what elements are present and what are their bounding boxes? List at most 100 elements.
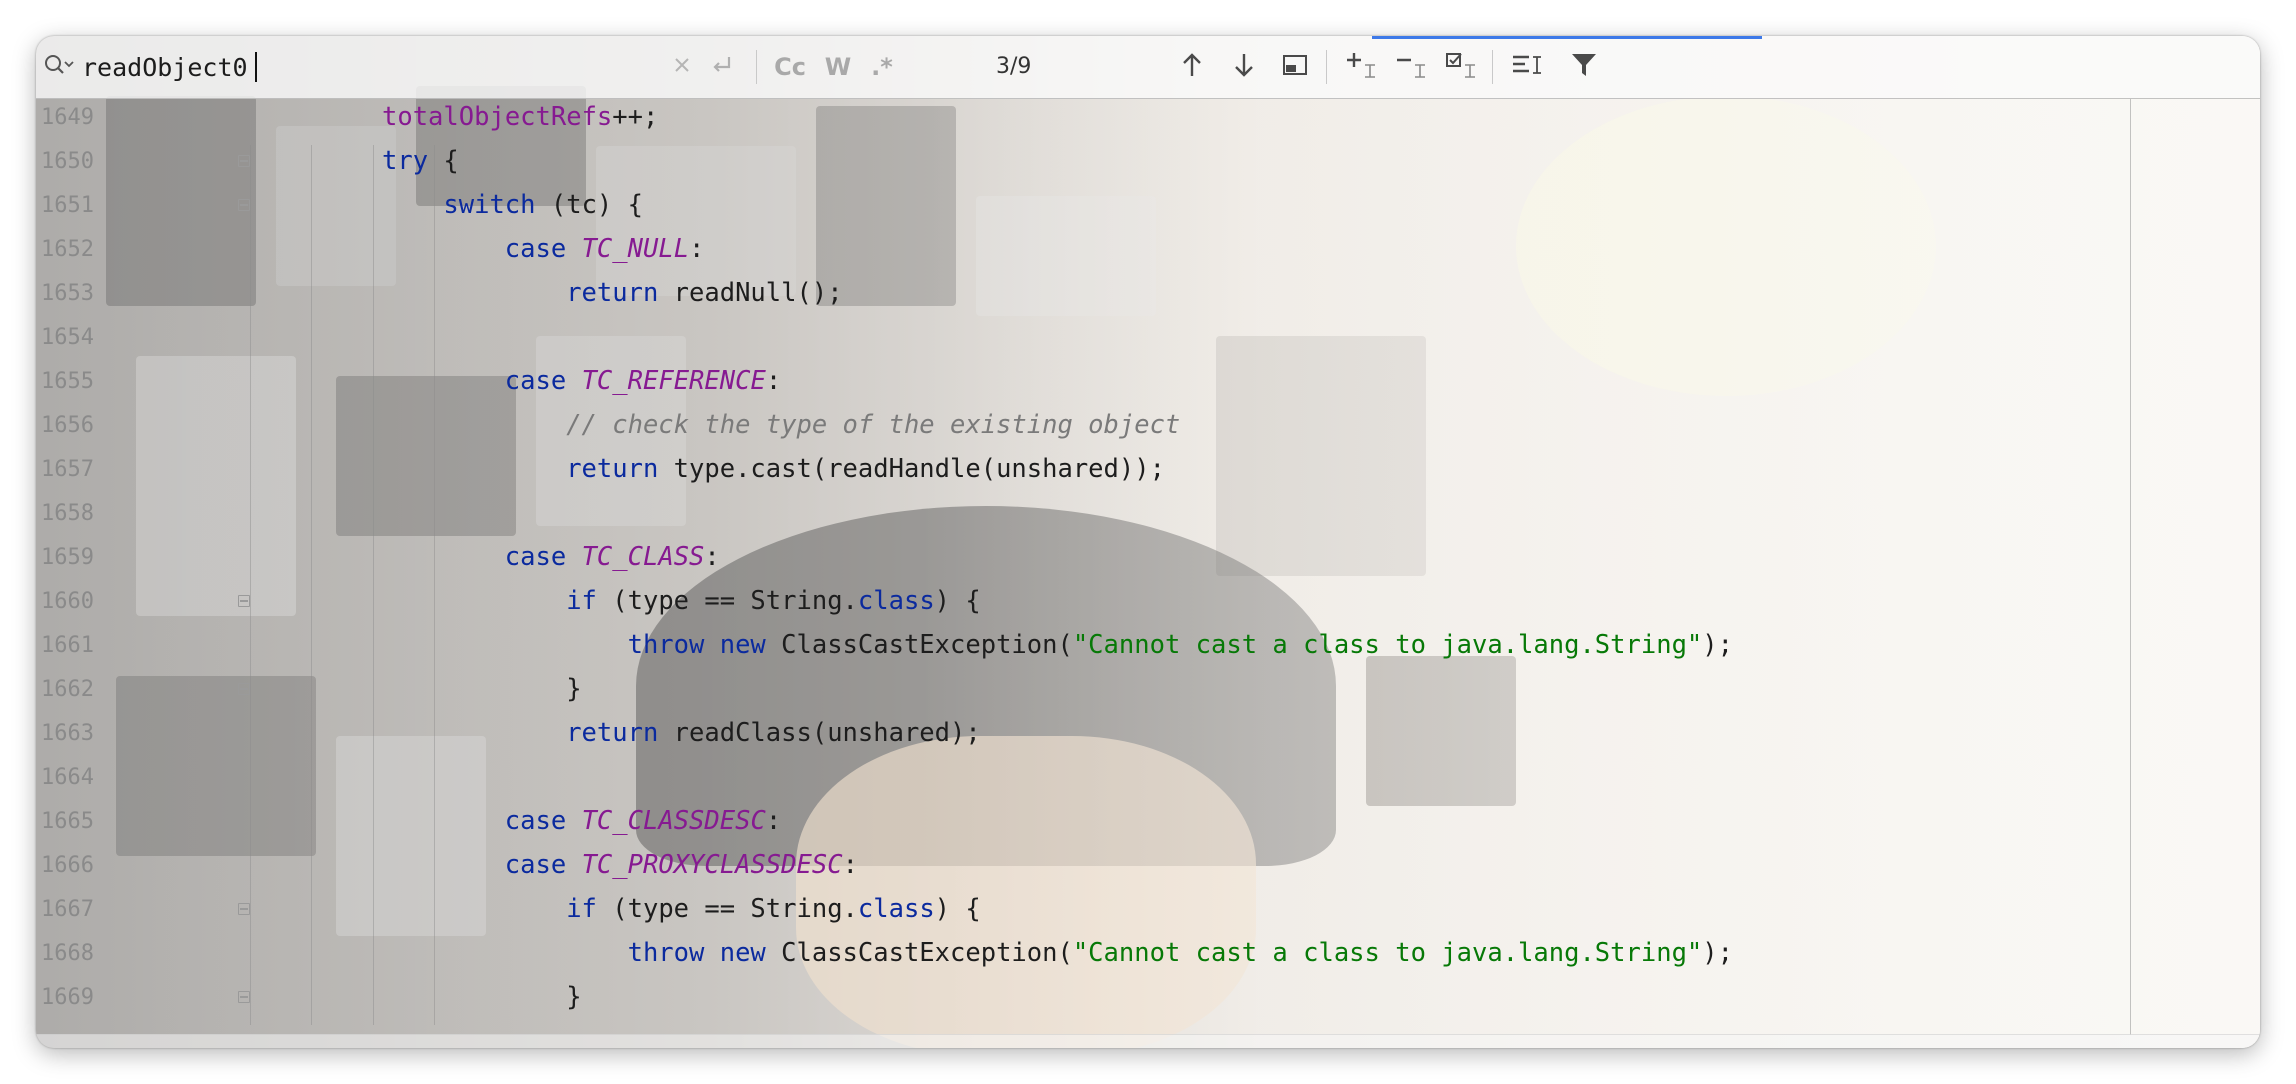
fold-marker-icon[interactable] (238, 903, 250, 915)
code-token: return (566, 718, 659, 748)
line-number: 1658 (41, 500, 94, 526)
whole-words-button[interactable]: W (818, 47, 858, 87)
code-text: try { (382, 146, 459, 176)
line-number: 1657 (41, 456, 94, 482)
code-token: ) { (934, 586, 981, 616)
toggle-replace-button[interactable] (1508, 47, 1548, 87)
clear-search-button[interactable] (662, 47, 702, 87)
code-text: } (566, 674, 581, 704)
toolbar-separator (1492, 50, 1493, 84)
line-number: 1666 (41, 852, 94, 878)
code-line[interactable]: 1669} (36, 975, 2260, 1019)
line-number: 1660 (41, 588, 94, 614)
new-line-icon (709, 53, 735, 81)
regex-button[interactable]: .* (862, 47, 902, 87)
line-number: 1664 (41, 764, 94, 790)
code-text: return readClass(unshared); (566, 718, 981, 748)
previous-occurrence-button[interactable] (1172, 47, 1212, 87)
line-number: 1662 (41, 676, 94, 702)
code-line[interactable]: 1660 if (type == String.class) { (36, 579, 2260, 623)
horizontal-scrollbar[interactable] (36, 1034, 2260, 1048)
select-all-occurrences-button[interactable] (1442, 47, 1482, 87)
filter-button[interactable] (1564, 47, 1604, 87)
code-token: { (428, 146, 459, 176)
toolbar-separator (756, 50, 757, 84)
code-line[interactable]: 1657 return type.cast(readHandle(unshared… (36, 447, 2260, 491)
code-token: : (704, 542, 720, 572)
code-line[interactable]: 1658 (36, 491, 2260, 535)
code-token: return (566, 278, 659, 308)
code-token: throw (627, 938, 705, 968)
code-token: } (566, 982, 582, 1012)
toggle-replace-icon (1511, 51, 1545, 83)
regex-icon: .* (871, 53, 893, 81)
code-line[interactable]: 1668 throw new ClassCastException("Cannot… (36, 931, 2260, 975)
match-case-icon: Cc (774, 53, 806, 81)
clear-icon (673, 56, 691, 78)
fold-marker-icon[interactable] (238, 595, 250, 607)
search-input[interactable] (82, 50, 642, 84)
code-text: case TC_REFERENCE: (505, 366, 781, 396)
code-editor[interactable]: 1649 totalObjectRefs++; 1650 try {1651 switc… (36, 99, 2260, 1035)
code-token: ClassCastException( (765, 938, 1073, 968)
arrow-up-icon (1181, 51, 1203, 83)
search-history-button[interactable] (40, 36, 80, 98)
remove-occurrence-button[interactable] (1392, 47, 1432, 87)
code-line[interactable]: 1662} (36, 667, 2260, 711)
code-text: throw new ClassCastException("Cannot cas… (628, 630, 1733, 660)
code-line[interactable]: 1665 case TC_CLASSDESC: (36, 799, 2260, 843)
code-text: switch (tc) { (443, 190, 643, 220)
line-number: 1649 (41, 104, 94, 130)
code-line[interactable]: 1663 return readClass(unshared); (36, 711, 2260, 755)
code-token: (type == String. (596, 894, 858, 924)
code-token: TC_CLASS (581, 542, 705, 572)
code-line[interactable]: 1667 if (type == String.class) { (36, 887, 2260, 931)
fold-marker-icon[interactable] (238, 683, 250, 695)
code-line[interactable]: 1664 (36, 755, 2260, 799)
code-token: } (566, 674, 582, 704)
code-line[interactable]: 1666 case TC_PROXYCLASSDESC: (36, 843, 2260, 887)
code-line[interactable]: 1656 // check the type of the existing ob… (36, 403, 2260, 447)
code-line[interactable]: 1661 throw new ClassCastException("Cannot… (36, 623, 2260, 667)
code-token: TC_CLASSDESC (581, 806, 766, 836)
line-number: 1652 (41, 236, 94, 262)
line-number: 1656 (41, 412, 94, 438)
code-token: : (765, 806, 782, 836)
code-token: return (566, 454, 659, 484)
filter-search-results-button[interactable] (1275, 47, 1315, 87)
fold-marker-icon[interactable] (238, 155, 250, 167)
code-token: TC_NULL (581, 234, 690, 264)
next-occurrence-button[interactable] (1224, 47, 1264, 87)
fold-marker-icon[interactable] (238, 199, 250, 211)
code-line[interactable]: 1655 case TC_REFERENCE: (36, 359, 2260, 403)
fold-marker-icon[interactable] (238, 991, 250, 1003)
add-occurrence-button[interactable] (1342, 47, 1382, 87)
code-token: try (382, 146, 429, 176)
remove-selection-icon (1395, 51, 1429, 83)
code-token: TC_PROXYCLASSDESC (581, 850, 843, 880)
code-line[interactable]: 1650 try { (36, 139, 2260, 183)
match-case-button[interactable]: Cc (770, 47, 810, 87)
code-token: new (719, 938, 766, 968)
code-token: throw (627, 630, 705, 660)
line-number: 1665 (41, 808, 94, 834)
code-text: // check the type of the existing object (566, 410, 1180, 440)
line-number: 1651 (41, 192, 94, 218)
code-line[interactable]: 1654 (36, 315, 2260, 359)
new-line-button[interactable] (702, 47, 742, 87)
code-token: : (842, 850, 858, 880)
code-token: "Cannot cast a class to java.lang.String… (1072, 938, 1703, 968)
select-all-occurrences-icon (1445, 51, 1479, 83)
filter-search-results-icon (1282, 53, 1308, 81)
code-token: case (504, 366, 567, 396)
code-line[interactable]: 1653 return readNull(); (36, 271, 2260, 315)
code-line[interactable]: 1649 totalObjectRefs++; (36, 95, 2260, 139)
code-line[interactable]: 1659 case TC_CLASS: (36, 535, 2260, 579)
code-token: case (504, 234, 567, 264)
code-line[interactable]: 1652 case TC_NULL: (36, 227, 2260, 271)
line-number: 1668 (41, 940, 94, 966)
find-bar: Cc W .* 3/9 (36, 36, 2260, 99)
code-line[interactable]: 1651 switch (tc) { (36, 183, 2260, 227)
